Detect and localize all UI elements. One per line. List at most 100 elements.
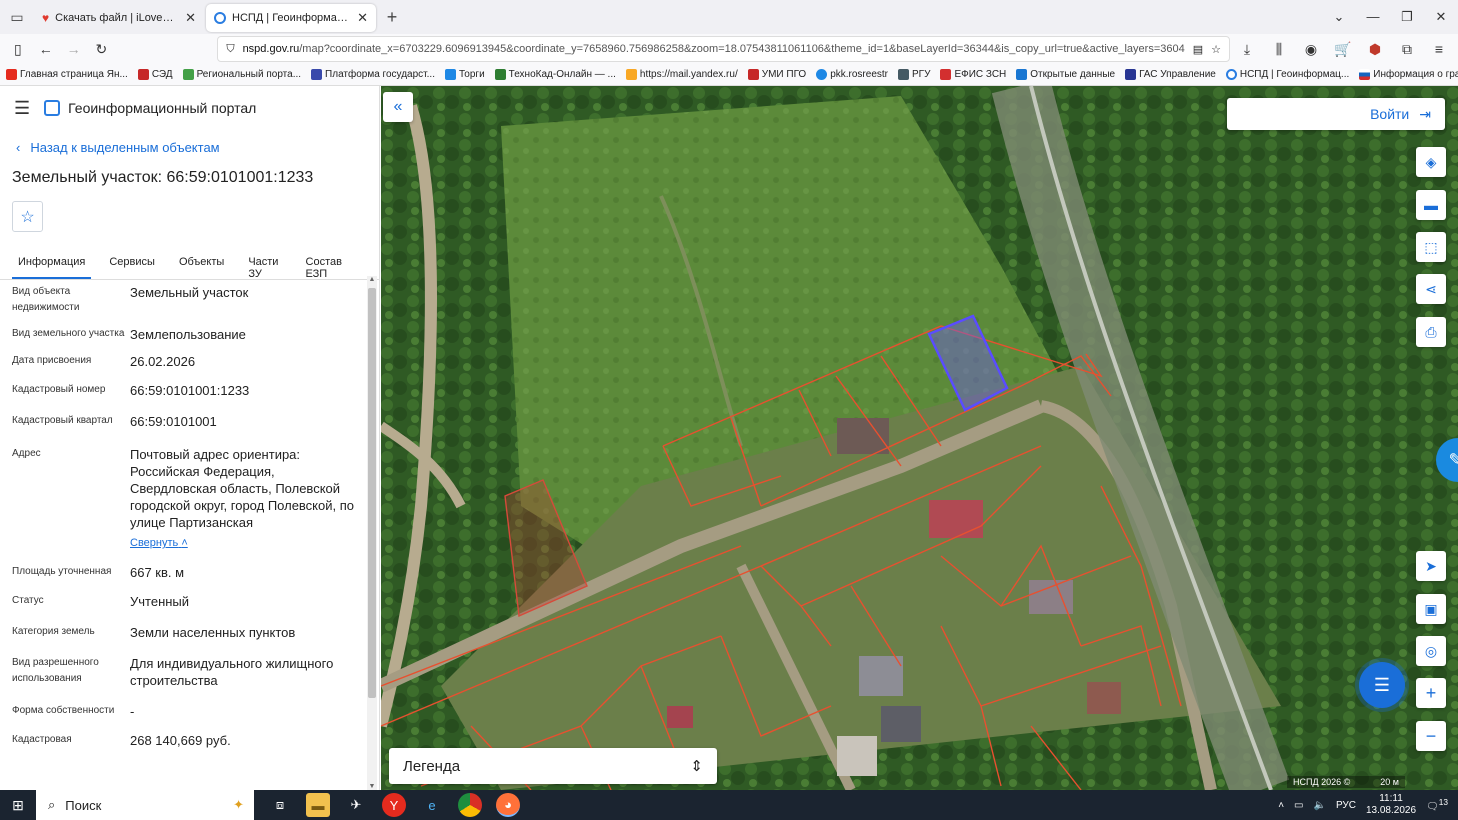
tray-overflow-icon[interactable]: ˄ (1278, 800, 1284, 811)
geo-search-button[interactable]: ◎ (1416, 636, 1446, 666)
cart-icon[interactable]: 🛒 (1330, 36, 1356, 62)
hamburger-menu-icon[interactable]: ☰ (14, 98, 30, 119)
zoom-in-button[interactable]: + (1416, 678, 1446, 708)
scroll-down-icon[interactable]: ▼ (367, 783, 377, 790)
new-tab-button[interactable]: + (378, 7, 406, 28)
reader-mode-icon[interactable]: ▤ (1193, 43, 1203, 56)
back-to-selected-link[interactable]: ‹ Назад к выделенным объектам (16, 140, 363, 155)
legend-dropdown[interactable]: Легенда ⇕ (389, 748, 717, 784)
property-value: Учтенный (130, 594, 190, 609)
url-text[interactable]: nspd.gov.ru/map?coordinate_x=6703229.609… (243, 43, 1185, 55)
plus-icon: + (1425, 682, 1437, 703)
address-bar[interactable]: ⛉ nspd.gov.ru/map?coordinate_x=6703229.6… (217, 36, 1231, 62)
tab-list-icon[interactable]: ▭ (0, 0, 34, 34)
bookmark-item[interactable]: Открытые данные (1016, 69, 1115, 80)
tab-parts[interactable]: Части ЗУ (242, 248, 287, 280)
location-search-icon: ◎ (1424, 642, 1438, 659)
site-info-icon[interactable]: ⛉ (226, 43, 234, 56)
sidebar-toggle-icon[interactable]: ▯ (6, 36, 30, 62)
collapse-link[interactable]: Свернуть ˄ (130, 535, 188, 552)
restore-icon[interactable]: ❐ (1390, 9, 1424, 25)
back-icon[interactable]: ← (34, 36, 58, 62)
login-label: Войти (1370, 106, 1410, 122)
notifications-icon[interactable]: 🗨13 (1426, 797, 1448, 812)
property-row: Статус Учтенный (0, 593, 366, 610)
yandex-browser-icon[interactable]: Y (382, 793, 406, 817)
menu-icon[interactable]: ≡ (1426, 36, 1452, 62)
login-button[interactable]: Войти ⇥ (1227, 98, 1445, 130)
bookmark-star-icon[interactable]: ☆ (1211, 43, 1221, 56)
share-button[interactable]: ⋖ (1416, 274, 1446, 304)
library-icon[interactable]: ⫼ (1266, 36, 1292, 62)
url-path: /map?coordinate_x=6703229.6096913945&coo… (299, 43, 1185, 55)
bookmark-item[interactable]: pkk.rosreestr (816, 69, 888, 80)
bookmark-item[interactable]: ТехноКад-Онлайн — ... (494, 69, 616, 80)
bookmark-item[interactable]: Региональный порта... (182, 69, 301, 80)
bookmark-item[interactable]: НСПД | Геоинформац... (1225, 69, 1349, 80)
close-tab-icon[interactable]: ✕ (185, 10, 196, 26)
map-view[interactable]: « Войти ⇥ ◈ ▬ ⬚ ⋖ ⎙ ✎ ➤ ▣ ◎ + − ☰ Легенд… (381, 86, 1458, 790)
bookmark-item[interactable]: Главная страница Ян... (6, 69, 128, 80)
tab-nspd[interactable]: НСПД | Геоинформационный ✕ (206, 4, 376, 32)
tab-ezp-composition[interactable]: Состав ЕЗП (300, 248, 355, 280)
app-icon[interactable]: ✈ (344, 793, 368, 817)
zoom-out-button[interactable]: − (1416, 721, 1446, 751)
reload-icon[interactable]: ↻ (89, 36, 113, 62)
bookmark-item[interactable]: Торги (444, 69, 485, 80)
tab-services[interactable]: Сервисы (103, 248, 161, 279)
downloads-icon[interactable]: ⤓ (1234, 36, 1260, 62)
account-icon[interactable]: ◉ (1298, 36, 1324, 62)
tab-dropdown-icon[interactable]: ⌄ (1322, 9, 1356, 25)
bookmark-item[interactable]: РГУ (898, 69, 930, 80)
property-key: Вид земельного участка (12, 328, 125, 339)
language-indicator[interactable]: РУС (1336, 800, 1356, 811)
panel-scrollbar[interactable]: ▲ ▼ (367, 276, 377, 790)
tab-title: НСПД | Геоинформационный (232, 12, 351, 24)
taskbar-search[interactable]: ⌕ Поиск ✦ (36, 790, 254, 820)
bookmark-item[interactable]: СЭД (137, 69, 173, 80)
extension-shield-icon[interactable]: ⬢ (1362, 36, 1388, 62)
flag-icon (1359, 69, 1371, 80)
bookmark-item[interactable]: Платформа государст... (311, 69, 435, 80)
chat-button[interactable]: ☰ (1359, 662, 1405, 708)
chrome-icon[interactable] (458, 793, 482, 817)
print-button[interactable]: ⎙ (1416, 317, 1446, 347)
torgi-icon (444, 69, 456, 80)
firefox-icon[interactable]: ◕ (496, 793, 520, 817)
file-explorer-icon[interactable]: ▬ (306, 793, 330, 817)
scroll-thumb[interactable] (368, 288, 376, 698)
extensions-icon[interactable]: ⧉ (1394, 36, 1420, 62)
favorite-button[interactable]: ☆ (12, 201, 43, 232)
bookmark-item[interactable]: ГАС Управление (1125, 69, 1216, 80)
minimap-button[interactable]: ▣ (1416, 594, 1446, 624)
bookmark-item[interactable]: https://mail.yandex.ru/ (625, 69, 738, 80)
property-row: Категория земель Земли населенных пункто… (0, 624, 366, 641)
bookmark-item[interactable]: Информация о граж... (1359, 69, 1458, 80)
legend-label: Легенда (403, 757, 461, 775)
tab-information[interactable]: Информация (12, 248, 92, 279)
bookmark-item[interactable]: УМИ ПГО (747, 69, 806, 80)
bookmark-item[interactable]: ЕФИС ЗСН (940, 69, 1006, 80)
notification-count: 13 (1438, 797, 1448, 808)
layers-button[interactable]: ◈ (1416, 147, 1446, 177)
close-window-icon[interactable]: ✕ (1424, 9, 1458, 25)
edge-icon[interactable]: e (420, 793, 444, 817)
windows-start-icon[interactable]: ⊞ (0, 797, 36, 814)
minimize-icon[interactable]: — (1356, 9, 1390, 25)
locate-button[interactable]: ➤ (1416, 551, 1446, 581)
select-area-button[interactable]: ⬚ (1416, 232, 1446, 262)
portal-icon (182, 69, 194, 80)
clock[interactable]: 11:11 13.08.2026 (1366, 793, 1416, 817)
display-icon[interactable]: ▭ (1294, 800, 1303, 811)
measure-button[interactable]: ▬ (1416, 190, 1446, 220)
property-row: Кадастровый квартал 66:59:0101001 (0, 413, 366, 430)
scroll-up-icon[interactable]: ▲ (367, 276, 377, 283)
volume-icon[interactable]: 🔈 (1313, 800, 1325, 811)
task-view-icon[interactable]: ⧈ (268, 793, 292, 817)
tab-ilovepdf[interactable]: ♥ Скачать файл | iLovePDF ✕ (34, 4, 204, 32)
assistant-icon: ✎ (1448, 449, 1458, 470)
collapse-panel-button[interactable]: « (383, 92, 413, 122)
close-tab-icon[interactable]: ✕ (357, 10, 368, 26)
forward-icon[interactable]: → (62, 36, 86, 62)
tab-objects[interactable]: Объекты (173, 248, 230, 279)
